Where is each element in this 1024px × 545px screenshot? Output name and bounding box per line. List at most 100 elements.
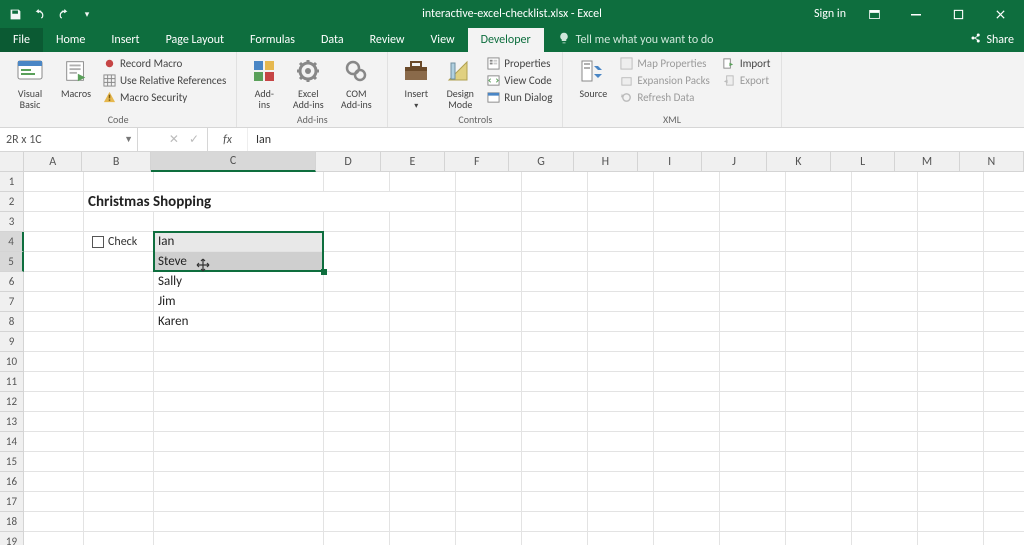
row-header[interactable]: 9: [0, 332, 24, 352]
cell[interactable]: [84, 212, 154, 232]
cell[interactable]: [786, 192, 852, 212]
cell[interactable]: [24, 512, 84, 532]
cell[interactable]: [390, 232, 456, 252]
cell[interactable]: [984, 472, 1024, 492]
cell[interactable]: [852, 372, 918, 392]
column-header[interactable]: A: [24, 152, 82, 172]
cell[interactable]: [522, 392, 588, 412]
cell[interactable]: [786, 452, 852, 472]
cell[interactable]: [984, 192, 1024, 212]
cell[interactable]: [918, 172, 984, 192]
cell[interactable]: [522, 192, 588, 212]
cell[interactable]: [154, 512, 324, 532]
cell[interactable]: [786, 352, 852, 372]
source-button[interactable]: Source: [573, 56, 613, 99]
maximize-icon[interactable]: [944, 0, 972, 28]
cell[interactable]: [24, 452, 84, 472]
cell[interactable]: [654, 292, 720, 312]
cell[interactable]: [588, 472, 654, 492]
cell[interactable]: [984, 172, 1024, 192]
cell[interactable]: [918, 292, 984, 312]
cell[interactable]: [522, 312, 588, 332]
cell[interactable]: [154, 332, 324, 352]
cell[interactable]: [522, 292, 588, 312]
column-header[interactable]: F: [445, 152, 509, 172]
cell[interactable]: [654, 172, 720, 192]
cell[interactable]: [522, 472, 588, 492]
cell[interactable]: [324, 392, 390, 412]
cell[interactable]: [786, 212, 852, 232]
cell[interactable]: [84, 512, 154, 532]
cell[interactable]: [522, 332, 588, 352]
cell[interactable]: [154, 452, 324, 472]
cell[interactable]: [852, 312, 918, 332]
cell[interactable]: [24, 472, 84, 492]
cell[interactable]: [456, 232, 522, 252]
cell[interactable]: [522, 372, 588, 392]
macros-button[interactable]: Macros: [56, 56, 96, 99]
cell[interactable]: [84, 292, 154, 312]
cell[interactable]: [588, 332, 654, 352]
cell[interactable]: [324, 172, 390, 192]
cell[interactable]: [324, 472, 390, 492]
tab-page-layout[interactable]: Page Layout: [153, 28, 237, 52]
cell[interactable]: [154, 472, 324, 492]
column-header[interactable]: M: [895, 152, 959, 172]
cell[interactable]: [852, 392, 918, 412]
cell[interactable]: [324, 492, 390, 512]
cell[interactable]: [786, 252, 852, 272]
cell[interactable]: [984, 492, 1024, 512]
cell[interactable]: [390, 292, 456, 312]
cell[interactable]: [390, 532, 456, 545]
row-header[interactable]: 15: [0, 452, 24, 472]
cell[interactable]: [84, 412, 154, 432]
cell[interactable]: [654, 252, 720, 272]
cell[interactable]: [456, 512, 522, 532]
enter-formula-icon[interactable]: ✓: [189, 132, 199, 147]
cell[interactable]: [24, 372, 84, 392]
cell[interactable]: [918, 332, 984, 352]
cell[interactable]: [654, 192, 720, 212]
row-header[interactable]: 10: [0, 352, 24, 372]
cell[interactable]: [522, 492, 588, 512]
row-header[interactable]: 18: [0, 512, 24, 532]
cell[interactable]: [918, 252, 984, 272]
cell[interactable]: [654, 212, 720, 232]
excel-addins-button[interactable]: Excel Add-ins: [287, 56, 329, 110]
cell[interactable]: [24, 232, 84, 252]
cell[interactable]: [456, 212, 522, 232]
expansion-packs-button[interactable]: Expansion Packs: [619, 73, 709, 87]
cell[interactable]: [324, 272, 390, 292]
cell[interactable]: [390, 452, 456, 472]
tab-insert[interactable]: Insert: [98, 28, 152, 52]
cell[interactable]: [786, 232, 852, 252]
cell[interactable]: [390, 312, 456, 332]
cell[interactable]: [918, 232, 984, 252]
cell[interactable]: [324, 352, 390, 372]
column-header[interactable]: H: [574, 152, 638, 172]
column-header[interactable]: G: [509, 152, 573, 172]
properties-button[interactable]: Properties: [486, 56, 552, 70]
cell[interactable]: [918, 532, 984, 545]
tab-file[interactable]: File: [0, 28, 43, 52]
column-header[interactable]: C: [151, 152, 317, 172]
cell[interactable]: [456, 452, 522, 472]
cell[interactable]: [654, 472, 720, 492]
cell[interactable]: [588, 492, 654, 512]
cell[interactable]: [852, 192, 918, 212]
cell[interactable]: [918, 472, 984, 492]
cell[interactable]: [720, 512, 786, 532]
cell[interactable]: [654, 372, 720, 392]
cell[interactable]: [522, 532, 588, 545]
cell[interactable]: [390, 512, 456, 532]
cell[interactable]: [324, 212, 390, 232]
cell[interactable]: [786, 432, 852, 452]
cell[interactable]: [154, 352, 324, 372]
cell[interactable]: Sally: [154, 272, 324, 292]
cell[interactable]: [852, 432, 918, 452]
cell[interactable]: [456, 272, 522, 292]
cell[interactable]: [154, 392, 324, 412]
qat-customize-icon[interactable]: ▾: [80, 7, 94, 21]
cell[interactable]: [324, 532, 390, 545]
cell[interactable]: [720, 472, 786, 492]
